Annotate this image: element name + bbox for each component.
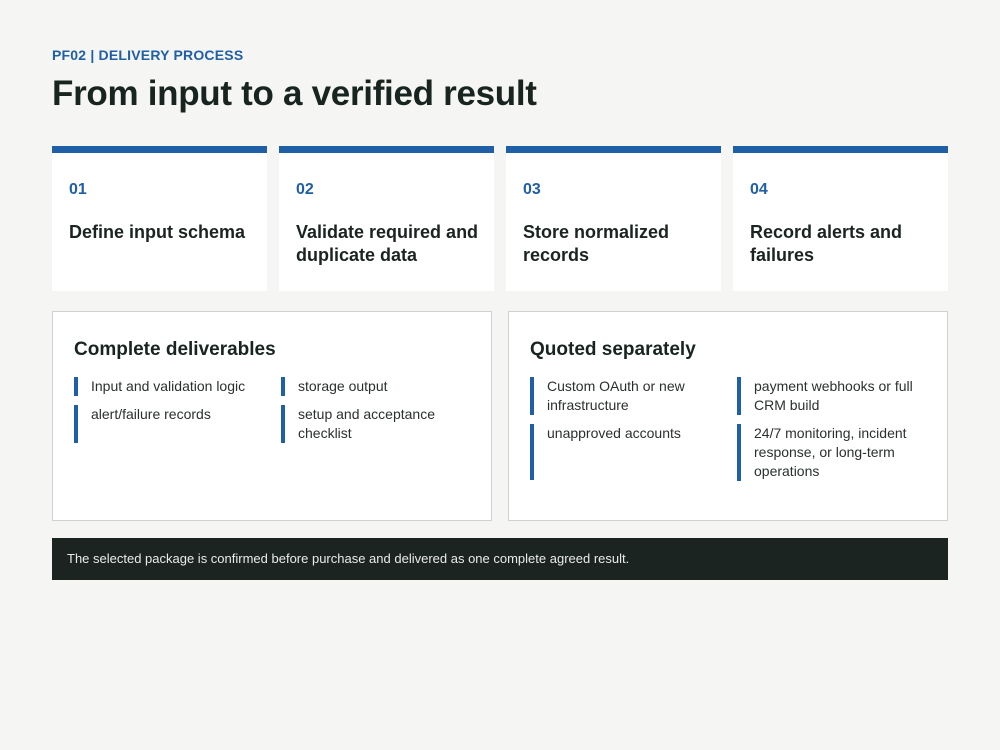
step-label: Record alerts and failures: [750, 222, 903, 265]
deliverable-item: alert/failure records: [74, 405, 264, 443]
deliverables-column-1: Input and validation logic alert/failure…: [74, 377, 264, 452]
quoted-title: Quoted separately: [530, 339, 696, 360]
step-card-1: 01 Define input schema: [52, 146, 267, 291]
deliverables-column-2: storage output setup and acceptance chec…: [281, 377, 471, 452]
process-steps: 01 Define input schema 02 Validate requi…: [52, 146, 948, 291]
step-label: Store normalized records: [523, 222, 670, 265]
deliverable-item: Input and validation logic: [74, 377, 264, 396]
step-card-2: 02 Validate required and duplicate data: [279, 146, 494, 291]
quoted-item: unapproved accounts: [530, 424, 720, 480]
eyebrow-label: PF02 | DELIVERY PROCESS: [52, 47, 244, 63]
deliverable-item: storage output: [281, 377, 471, 396]
step-number: 01: [69, 181, 87, 198]
quoted-panel: Quoted separately Custom OAuth or new in…: [508, 311, 948, 521]
step-card-4: 04 Record alerts and failures: [733, 146, 948, 291]
quoted-item: 24/7 monitoring, incident response, or l…: [737, 424, 927, 481]
footer-note: The selected package is confirmed before…: [52, 538, 948, 580]
deliverable-item: setup and acceptance checklist: [281, 405, 471, 443]
step-number: 04: [750, 181, 768, 198]
quoted-item: payment webhooks or full CRM build: [737, 377, 927, 415]
step-label: Validate required and duplicate data: [296, 222, 479, 265]
quoted-column-2: payment webhooks or full CRM build 24/7 …: [737, 377, 927, 490]
quoted-column-1: Custom OAuth or new infrastructure unapp…: [530, 377, 720, 489]
step-card-3: 03 Store normalized records: [506, 146, 721, 291]
step-label: Define input schema: [69, 222, 246, 242]
deliverables-panel: Complete deliverables Input and validati…: [52, 311, 492, 521]
quoted-item: Custom OAuth or new infrastructure: [530, 377, 720, 415]
deliverables-title: Complete deliverables: [74, 339, 276, 360]
page-title: From input to a verified result: [52, 74, 537, 113]
step-number: 02: [296, 181, 314, 198]
step-number: 03: [523, 181, 541, 198]
